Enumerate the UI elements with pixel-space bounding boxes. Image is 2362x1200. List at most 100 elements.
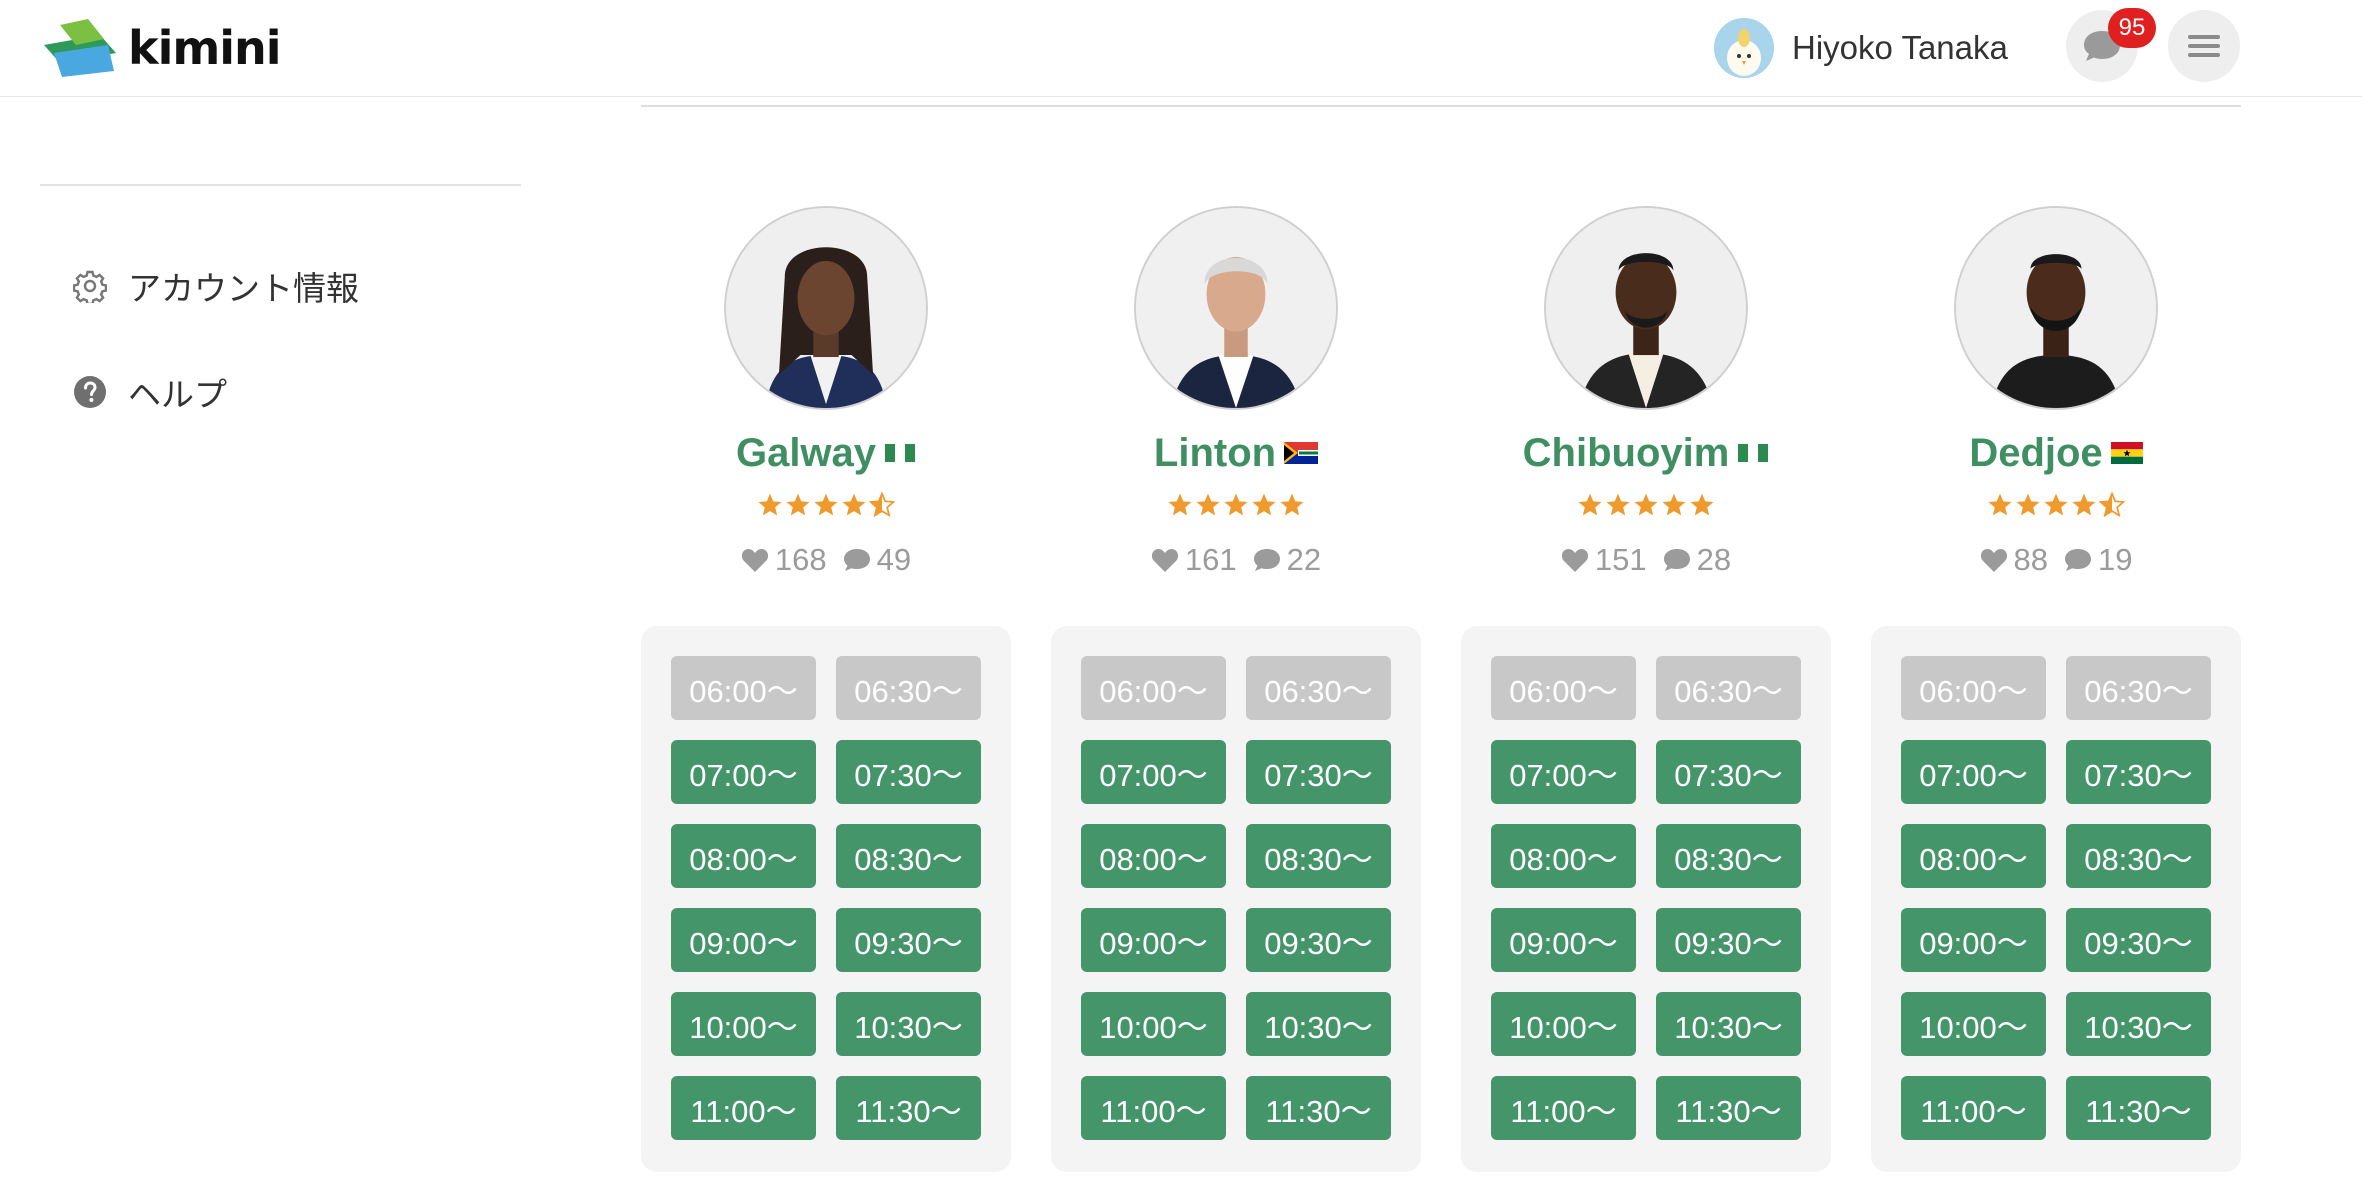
tutor-card[interactable]: Galway 168 49 — [641, 206, 1011, 580]
time-slot[interactable]: 09:30〜 — [1656, 908, 1801, 972]
tutor-card[interactable]: Chibuoyim 151 28 — [1461, 206, 1831, 580]
time-slot[interactable]: 11:30〜 — [1656, 1076, 1801, 1140]
time-slot[interactable]: 10:30〜 — [2066, 992, 2211, 1056]
sidebar-item-help[interactable]: ヘルプ — [72, 370, 227, 414]
time-slot[interactable]: 07:30〜 — [2066, 740, 2211, 804]
comments-stat: 19 — [2064, 542, 2132, 578]
kimini-logo-icon — [44, 19, 116, 77]
user-avatar — [1714, 18, 1774, 78]
sidebar-item-account[interactable]: アカウント情報 — [72, 264, 359, 308]
user-profile[interactable]: Hiyoko Tanaka — [1714, 17, 2008, 79]
time-slot[interactable]: 09:00〜 — [1081, 908, 1226, 972]
time-slot[interactable]: 07:30〜 — [1246, 740, 1391, 804]
time-slot[interactable]: 09:30〜 — [2066, 908, 2211, 972]
tutor-photo[interactable] — [724, 206, 928, 410]
sidebar-divider — [40, 184, 521, 186]
comment-icon — [1663, 549, 1690, 571]
time-slot[interactable]: 10:00〜 — [1081, 992, 1226, 1056]
tutor-card[interactable]: Dedjoe 88 19 — [1871, 206, 2241, 580]
time-slot: 06:00〜 — [1901, 656, 2046, 720]
star-full-icon — [1662, 493, 1686, 516]
likes-count: 88 — [2013, 542, 2048, 577]
time-slot[interactable]: 07:30〜 — [1656, 740, 1801, 804]
likes-count: 168 — [774, 542, 827, 577]
hamburger-menu-icon — [2188, 35, 2220, 57]
tutor-name[interactable]: Galway — [736, 431, 876, 476]
time-slot: 06:30〜 — [1246, 656, 1391, 720]
time-slot[interactable]: 10:30〜 — [1246, 992, 1391, 1056]
time-slot[interactable]: 10:00〜 — [671, 992, 816, 1056]
time-slot[interactable]: 11:30〜 — [1246, 1076, 1391, 1140]
kimini-logo[interactable]: kimini — [42, 18, 282, 78]
comment-icon — [843, 549, 870, 571]
time-slot[interactable]: 08:00〜 — [1491, 824, 1636, 888]
time-slot[interactable]: 09:00〜 — [671, 908, 816, 972]
time-slot[interactable]: 10:00〜 — [1901, 992, 2046, 1056]
time-slot[interactable]: 08:30〜 — [836, 824, 981, 888]
menu-button[interactable] — [2168, 10, 2240, 82]
user-name: Hiyoko Tanaka — [1792, 29, 2008, 66]
star-full-icon — [1224, 493, 1248, 516]
time-slot[interactable]: 09:30〜 — [836, 908, 981, 972]
time-slot[interactable]: 08:30〜 — [1246, 824, 1391, 888]
time-slot[interactable]: 08:30〜 — [2066, 824, 2211, 888]
star-full-icon — [758, 493, 782, 516]
star-half-icon — [2099, 492, 2125, 518]
rating-stars — [1051, 492, 1421, 522]
time-slot[interactable]: 09:00〜 — [1491, 908, 1636, 972]
time-slot-grid: 06:00〜 06:30〜 07:00〜 07:30〜 08:00〜 08:30… — [1871, 626, 2241, 1172]
likes-stat: 161 — [1151, 542, 1237, 578]
time-slot: 06:30〜 — [2066, 656, 2211, 720]
time-slot[interactable]: 09:00〜 — [1901, 908, 2046, 972]
time-slot[interactable]: 11:00〜 — [1491, 1076, 1636, 1140]
heart-icon — [741, 549, 768, 572]
tutor-stats: 151 28 — [1461, 540, 1831, 580]
time-slot[interactable]: 08:00〜 — [671, 824, 816, 888]
time-slot[interactable]: 08:30〜 — [1656, 824, 1801, 888]
nigeria-flag-icon — [1737, 442, 1769, 464]
rating-stars — [1871, 492, 2241, 522]
time-slot[interactable]: 11:30〜 — [2066, 1076, 2211, 1140]
time-slot[interactable]: 10:00〜 — [1491, 992, 1636, 1056]
time-slot[interactable]: 10:30〜 — [836, 992, 981, 1056]
star-full-icon — [814, 493, 838, 516]
time-slot: 06:00〜 — [1491, 656, 1636, 720]
time-slot[interactable]: 10:30〜 — [1656, 992, 1801, 1056]
time-slot: 06:00〜 — [671, 656, 816, 720]
tutor-stats: 161 22 — [1051, 540, 1421, 580]
comments-stat: 49 — [843, 542, 911, 578]
tutor-name[interactable]: Dedjoe — [1969, 431, 2102, 476]
time-slot-grid: 06:00〜 06:30〜 07:00〜 07:30〜 08:00〜 08:30… — [641, 626, 1011, 1172]
tutor-name-row: Chibuoyim — [1461, 428, 1831, 478]
time-slot[interactable]: 07:30〜 — [836, 740, 981, 804]
tutor-photo[interactable] — [1954, 206, 2158, 410]
tutor-photo[interactable] — [1134, 206, 1338, 410]
ghana-flag-icon — [2110, 442, 2143, 464]
time-slot[interactable]: 11:00〜 — [1081, 1076, 1226, 1140]
tutor-stats: 168 49 — [641, 540, 1011, 580]
time-slot[interactable]: 11:30〜 — [836, 1076, 981, 1140]
tutor-name[interactable]: Linton — [1154, 431, 1276, 476]
tutor-photo[interactable] — [1544, 206, 1748, 410]
top-header: kimini Hiyoko Tanaka 95 — [0, 0, 2362, 97]
time-slot[interactable]: 09:30〜 — [1246, 908, 1391, 972]
time-slot[interactable]: 07:00〜 — [1081, 740, 1226, 804]
time-slot[interactable]: 07:00〜 — [1491, 740, 1636, 804]
time-slot[interactable]: 11:00〜 — [671, 1076, 816, 1140]
tutor-stats: 88 19 — [1871, 540, 2241, 580]
comments-count: 19 — [2098, 542, 2133, 577]
tutor-name[interactable]: Chibuoyim — [1523, 431, 1730, 476]
tutor-card[interactable]: Linton 161 22 — [1051, 206, 1421, 580]
time-slot[interactable]: 11:00〜 — [1901, 1076, 2046, 1140]
time-slot[interactable]: 07:00〜 — [1901, 740, 2046, 804]
notification-badge: 95 — [2108, 8, 2156, 48]
star-full-icon — [1606, 493, 1630, 516]
tutor-name-row: Galway — [641, 428, 1011, 478]
star-full-icon — [1634, 493, 1658, 516]
time-slot[interactable]: 07:00〜 — [671, 740, 816, 804]
content-divider — [641, 105, 2241, 107]
heart-icon — [1561, 549, 1588, 572]
nigeria-flag-icon — [884, 442, 916, 464]
time-slot[interactable]: 08:00〜 — [1901, 824, 2046, 888]
time-slot[interactable]: 08:00〜 — [1081, 824, 1226, 888]
